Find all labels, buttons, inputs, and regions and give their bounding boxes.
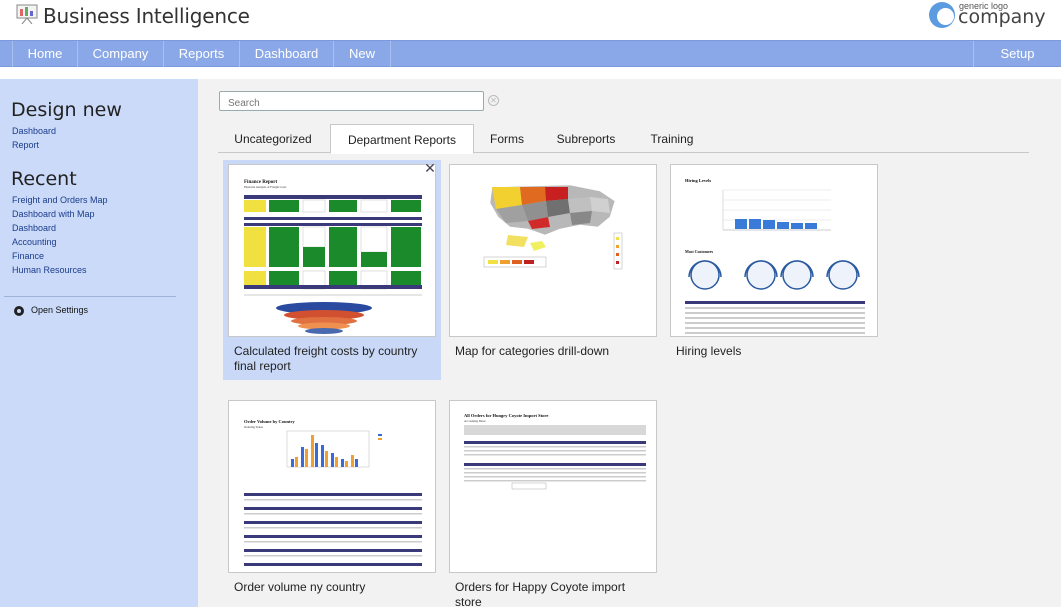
report-title: Map for categories drill-down bbox=[455, 344, 610, 358]
report-thumbnail: Order Volume by Country Ordering Status bbox=[228, 400, 436, 573]
preview-heading: Hiring Levels bbox=[685, 178, 711, 183]
nav-reports[interactable]: Reports bbox=[164, 41, 240, 67]
report-card[interactable]: All Orders for Hungry Coyote Import Stor… bbox=[444, 396, 662, 616]
report-card[interactable]: Map for categories drill-down bbox=[444, 160, 662, 380]
presentation-board-icon bbox=[16, 4, 38, 24]
open-settings-label: Open Settings bbox=[31, 305, 89, 315]
design-new-heading: Design new bbox=[11, 99, 122, 121]
logo-ring-icon bbox=[929, 2, 955, 28]
tab-training[interactable]: Training bbox=[634, 126, 710, 153]
preview-table bbox=[244, 493, 422, 566]
recent-link-accounting[interactable]: Accounting bbox=[12, 237, 57, 247]
report-thumbnail: Hiring Levels Most Customers bbox=[670, 164, 878, 337]
logo-wordmark: company bbox=[958, 6, 1046, 28]
recent-link-freight-orders-map[interactable]: Freight and Orders Map bbox=[12, 195, 108, 205]
main-navbar: Home Company Reports Dashboard New Setup bbox=[0, 40, 1061, 67]
nav-setup[interactable]: Setup bbox=[973, 41, 1061, 67]
recent-link-human-resources[interactable]: Human Resources bbox=[12, 265, 87, 275]
category-tabs: Uncategorized Department Reports Forms S… bbox=[218, 123, 1029, 154]
recent-link-finance[interactable]: Finance bbox=[12, 251, 44, 261]
design-report-link[interactable]: Report bbox=[12, 140, 39, 150]
nav-company[interactable]: Company bbox=[78, 41, 164, 67]
preview-us-map bbox=[489, 184, 616, 251]
report-thumbnail: All Orders for Hungry Coyote Import Stor… bbox=[449, 400, 657, 573]
tab-forms[interactable]: Forms bbox=[476, 126, 538, 153]
preview-subheading: Financial Analysis of Freight Costs bbox=[244, 185, 287, 189]
preview-legend bbox=[483, 232, 623, 270]
preview-table bbox=[685, 301, 865, 334]
main-content: ✕ Uncategorized Department Reports Forms… bbox=[198, 79, 1061, 609]
recent-heading: Recent bbox=[11, 168, 77, 190]
nav-home[interactable]: Home bbox=[12, 41, 78, 67]
clear-search-icon[interactable]: ✕ bbox=[488, 95, 499, 106]
report-card[interactable]: Finance Report Financial Analysis of Fre… bbox=[223, 160, 441, 380]
preview-subheading: Accounting Dates bbox=[464, 419, 486, 423]
report-card[interactable]: Hiring Levels Most Customers Hiring leve… bbox=[665, 160, 883, 380]
report-card[interactable]: Order Volume by Country Ordering Status bbox=[223, 396, 441, 616]
report-title: Orders for Happy Coyote import store bbox=[455, 580, 626, 609]
report-title: Hiring levels bbox=[676, 344, 742, 358]
sidebar: Design new Dashboard Report Recent Freig… bbox=[0, 79, 198, 607]
preview-gauges bbox=[688, 260, 860, 290]
app-title: Business Intelligence bbox=[43, 4, 250, 28]
tab-department-reports[interactable]: Department Reports bbox=[330, 124, 474, 154]
preview-heading: Order Volume by Country bbox=[244, 419, 296, 424]
recent-link-dashboard[interactable]: Dashboard bbox=[12, 223, 56, 233]
close-icon[interactable]: ✕ bbox=[423, 161, 437, 175]
tab-uncategorized[interactable]: Uncategorized bbox=[218, 126, 328, 153]
preview-bar-chart bbox=[722, 189, 831, 231]
report-title: Order volume ny country bbox=[234, 580, 366, 594]
tab-subreports[interactable]: Subreports bbox=[540, 126, 632, 153]
preview-table bbox=[464, 425, 646, 490]
preview-subheading: Most Customers bbox=[685, 249, 714, 254]
report-title: Calculated freight costs by country fina… bbox=[234, 344, 418, 373]
preview-funnel-chart bbox=[276, 302, 372, 334]
search-input[interactable] bbox=[219, 91, 484, 111]
design-dashboard-link[interactable]: Dashboard bbox=[12, 126, 56, 136]
preview-column-chart bbox=[286, 430, 382, 468]
nav-dashboard[interactable]: Dashboard bbox=[240, 41, 334, 67]
sidebar-divider bbox=[4, 296, 176, 297]
report-thumbnail bbox=[449, 164, 657, 337]
settings-icon bbox=[14, 306, 24, 316]
app-header: Business Intelligence generic logo compa… bbox=[0, 0, 1061, 40]
report-thumbnail: Finance Report Financial Analysis of Fre… bbox=[228, 164, 436, 337]
preview-subheading: Ordering Status bbox=[244, 425, 264, 429]
preview-heading: All Orders for Hungry Coyote Import Stor… bbox=[464, 413, 548, 418]
recent-link-dashboard-with-map[interactable]: Dashboard with Map bbox=[12, 209, 95, 219]
preview-table bbox=[244, 199, 422, 290]
nav-new[interactable]: New bbox=[334, 41, 391, 67]
company-logo: generic logo company bbox=[929, 0, 1046, 32]
